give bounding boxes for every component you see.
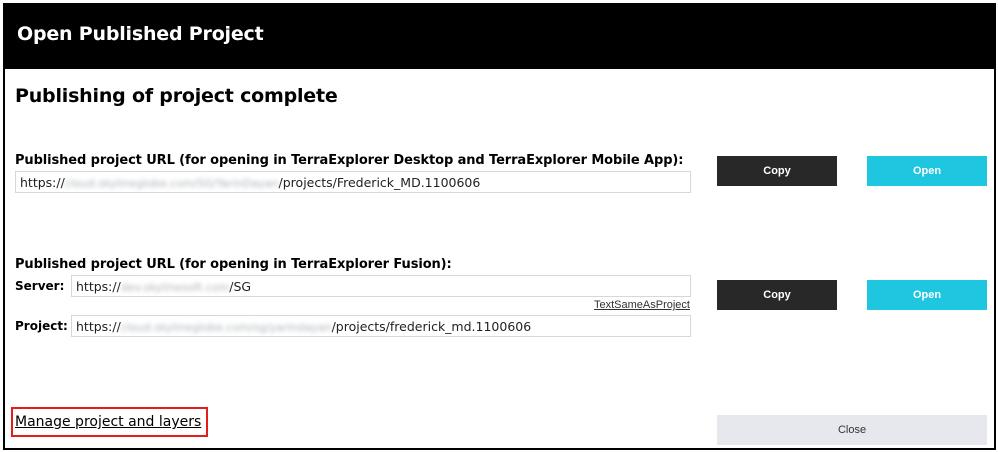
dialog-title: Open Published Project xyxy=(17,23,264,45)
project-url-suffix: /projects/frederick_md.1100606 xyxy=(331,319,532,334)
project-url-redacted: cloud.skylineglobe.com/sg/yarindayan xyxy=(120,321,332,334)
desktop-copy-button[interactable]: Copy xyxy=(717,156,837,186)
status-heading: Publishing of project complete xyxy=(15,85,338,107)
desktop-url-redacted: cloud.skylineglobe.com/SG/YarinDayan xyxy=(64,177,279,190)
desktop-url-prefix: https:// xyxy=(20,175,65,190)
dialog-titlebar: Open Published Project xyxy=(5,5,994,69)
project-label: Project: xyxy=(15,319,68,333)
desktop-url-field[interactable]: https://cloud.skylineglobe.com/SG/YarinD… xyxy=(15,171,691,193)
close-button[interactable]: Close xyxy=(717,415,987,445)
server-url-redacted: dev.skylinesoft.com xyxy=(120,281,230,294)
open-published-project-dialog: Open Published Project Publishing of pro… xyxy=(3,3,996,450)
fusion-url-label: Published project URL (for opening in Te… xyxy=(15,257,452,272)
manage-project-layers-link[interactable]: Manage project and layers xyxy=(15,414,201,430)
desktop-url-label: Published project URL (for opening in Te… xyxy=(15,153,684,168)
fusion-open-button[interactable]: Open xyxy=(867,280,987,310)
server-url-suffix: /SG xyxy=(229,279,252,294)
desktop-url-suffix: /projects/Frederick_MD.1100606 xyxy=(278,175,481,190)
fusion-copy-button[interactable]: Copy xyxy=(717,280,837,310)
project-url-prefix: https:// xyxy=(76,319,121,334)
server-label: Server: xyxy=(15,279,65,293)
desktop-open-button[interactable]: Open xyxy=(867,156,987,186)
server-url-field[interactable]: https://dev.skylinesoft.com/SG xyxy=(71,275,691,297)
text-same-as-project-link[interactable]: TextSameAsProject xyxy=(594,299,690,311)
project-url-field[interactable]: https://cloud.skylineglobe.com/sg/yarind… xyxy=(71,315,691,337)
server-url-prefix: https:// xyxy=(76,279,121,294)
